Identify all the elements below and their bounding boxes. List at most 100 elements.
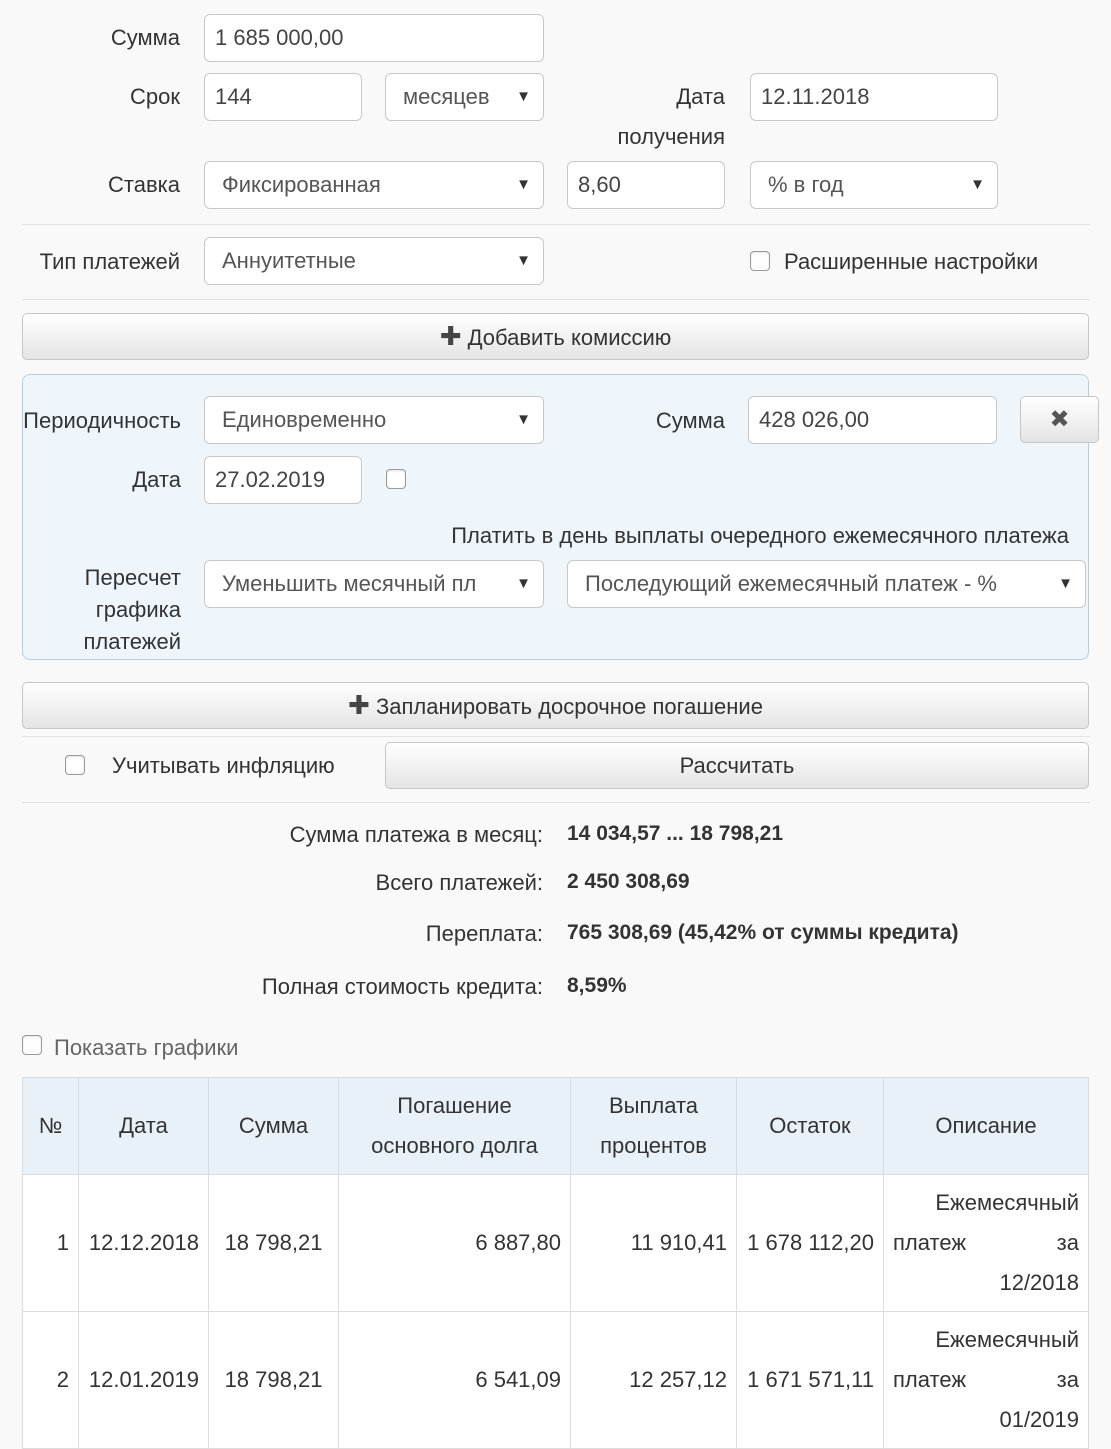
term-unit-select[interactable]: месяцев ▼ <box>385 73 544 121</box>
rate-unit-value: % в год <box>768 172 844 197</box>
payment-schedule-table: № Дата Сумма Погашение основного долга В… <box>22 1077 1089 1449</box>
commission-date-label: Дата <box>132 467 181 492</box>
term-label: Срок <box>130 84 180 109</box>
col-header-principal-line2: основного долга <box>371 1133 538 1158</box>
cell-num: 2 <box>22 1311 79 1449</box>
col-header-interest: Выплата процентов <box>570 1077 737 1175</box>
total-payments-value: 2 450 308,69 <box>567 870 690 893</box>
calculate-button[interactable]: Рассчитать <box>385 742 1089 789</box>
payment-type-select[interactable]: Аннуитетные ▼ <box>204 237 544 285</box>
cell-principal: 6 887,80 <box>338 1174 571 1312</box>
divider <box>22 299 1090 300</box>
date-label-line1: Дата <box>676 84 725 109</box>
recalc-value: Уменьшить месячный пл <box>222 571 477 596</box>
rate-label: Ставка <box>108 172 180 197</box>
desc-line2b: за <box>1056 1367 1079 1392</box>
periodicity-value: Единовременно <box>222 407 387 432</box>
table-row: 2 12.01.2019 18 798,21 6 541,09 12 257,1… <box>22 1311 1089 1449</box>
plus-icon: ✚ <box>439 321 462 351</box>
cell-description: Ежемесячный платеж за 12/2018 <box>883 1174 1089 1312</box>
desc-line2a: платеж <box>893 1367 967 1392</box>
add-commission-label: Добавить комиссию <box>467 325 672 350</box>
full-cost-label: Полная стоимость кредита: <box>261 974 543 999</box>
periodicity-label: Периодичность <box>23 408 181 433</box>
term-input[interactable]: 144 <box>204 73 362 121</box>
inflation-checkbox[interactable] <box>65 755 85 775</box>
plus-icon: ✚ <box>348 690 370 720</box>
amount-label: Сумма <box>110 25 180 50</box>
chevron-down-icon: ▼ <box>516 176 531 193</box>
divider <box>22 736 1090 737</box>
pay-on-day-checkbox[interactable] <box>386 469 406 489</box>
remove-commission-button[interactable]: ✖ <box>1020 396 1099 443</box>
advanced-settings-checkbox[interactable] <box>750 251 770 271</box>
chevron-down-icon: ▼ <box>516 252 531 269</box>
chevron-down-icon: ▼ <box>516 411 531 428</box>
desc-line1: Ежемесячный <box>935 1190 1079 1215</box>
commission-sum-input[interactable]: 428 026,00 <box>748 396 997 444</box>
monthly-payment-label: Сумма платежа в месяц: <box>289 822 543 847</box>
total-payments-label: Всего платежей: <box>375 870 543 895</box>
rate-type-value: Фиксированная <box>222 172 381 197</box>
payment-type-label: Тип платежей <box>39 249 180 274</box>
cell-description: Ежемесячный платеж за 01/2019 <box>883 1311 1089 1449</box>
table-row: 1 12.12.2018 18 798,21 6 887,80 11 910,4… <box>22 1174 1089 1312</box>
cell-balance: 1 678 112,20 <box>736 1174 884 1312</box>
col-header-principal-line1: Погашение <box>397 1093 512 1118</box>
periodicity-select[interactable]: Единовременно ▼ <box>204 396 544 444</box>
early-repayment-label: Запланировать досрочное погашение <box>375 694 763 719</box>
monthly-payment-value: 14 034,57 ... 18 798,21 <box>567 822 784 845</box>
cell-balance: 1 671 571,11 <box>736 1311 884 1449</box>
desc-line1: Ежемесячный <box>935 1327 1079 1352</box>
col-header-principal: Погашение основного долга <box>338 1077 571 1175</box>
recalc-select[interactable]: Уменьшить месячный пл ▼ <box>204 560 544 608</box>
amount-input[interactable]: 1 685 000,00 <box>204 14 544 62</box>
term-unit-value: месяцев <box>403 84 490 109</box>
date-input[interactable]: 12.11.2018 <box>750 73 998 121</box>
recalc-label-line3: платежей <box>83 629 181 654</box>
col-header-interest-line1: Выплата <box>608 1093 699 1118</box>
cell-date: 12.12.2018 <box>78 1174 209 1312</box>
recalc-label-line1: Пересчет <box>84 565 181 590</box>
cell-principal: 6 541,09 <box>338 1311 571 1449</box>
cell-interest: 12 257,12 <box>570 1311 737 1449</box>
commission-sum-label: Сумма <box>655 408 725 433</box>
col-header-desc: Описание <box>883 1077 1089 1175</box>
col-header-sum: Сумма <box>208 1077 339 1175</box>
payment-type-value: Аннуитетные <box>222 248 356 273</box>
desc-line3: 01/2019 <box>999 1407 1079 1432</box>
cell-sum: 18 798,21 <box>208 1174 339 1312</box>
next-payment-value: Последующий ежемесячный платеж - % <box>585 571 997 596</box>
divider <box>22 802 1090 803</box>
date-label-line2: получения <box>617 124 725 149</box>
col-header-num: № <box>22 1077 79 1175</box>
table-header-row: № Дата Сумма Погашение основного долга В… <box>22 1077 1089 1175</box>
advanced-settings-label: Расширенные настройки <box>784 249 1039 274</box>
cell-num: 1 <box>22 1174 79 1312</box>
cell-interest: 11 910,41 <box>570 1174 737 1312</box>
rate-type-select[interactable]: Фиксированная ▼ <box>204 161 544 209</box>
chevron-down-icon: ▼ <box>1058 575 1073 592</box>
overpayment-value: 765 308,69 (45,42% от суммы кредита) <box>567 921 959 944</box>
chevron-down-icon: ▼ <box>516 575 531 592</box>
show-charts-checkbox[interactable] <box>22 1035 42 1055</box>
desc-line2a: платеж <box>893 1230 967 1255</box>
desc-line3: 12/2018 <box>999 1270 1079 1295</box>
col-header-date: Дата <box>78 1077 209 1175</box>
next-payment-select[interactable]: Последующий ежемесячный платеж - % ▼ <box>567 560 1086 608</box>
full-cost-value: 8,59% <box>567 974 627 997</box>
rate-unit-select[interactable]: % в год ▼ <box>750 161 998 209</box>
commission-date-input[interactable]: 27.02.2019 <box>204 456 362 504</box>
early-repayment-button[interactable]: ✚ Запланировать досрочное погашение <box>22 682 1089 729</box>
show-charts-label: Показать графики <box>54 1035 239 1060</box>
inflation-label: Учитывать инфляцию <box>112 753 335 778</box>
cell-date: 12.01.2019 <box>78 1311 209 1449</box>
close-icon: ✖ <box>1049 406 1070 433</box>
rate-input[interactable]: 8,60 <box>567 161 725 209</box>
col-header-balance: Остаток <box>736 1077 884 1175</box>
chevron-down-icon: ▼ <box>516 88 531 105</box>
desc-line2b: за <box>1056 1230 1079 1255</box>
recalc-label-line2: графика <box>95 597 181 622</box>
add-commission-button[interactable]: ✚ Добавить комиссию <box>22 313 1089 360</box>
col-header-interest-line2: процентов <box>600 1133 707 1158</box>
